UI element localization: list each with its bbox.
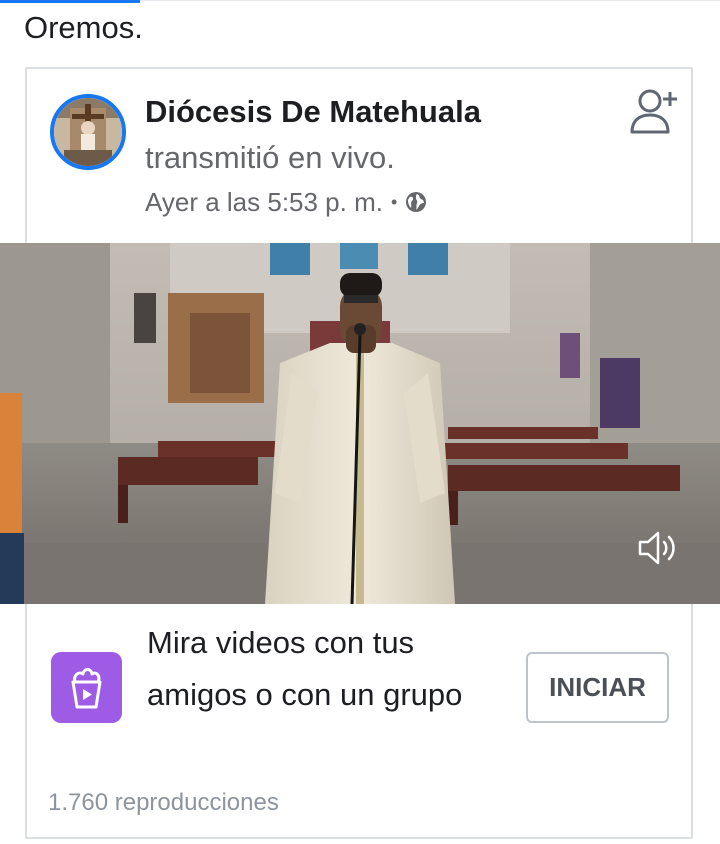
post-meta: Ayer a las 5:53 p. m. •	[145, 186, 427, 218]
top-accent-bar	[0, 0, 140, 3]
post-text: Oremos.	[24, 10, 143, 45]
watch-together-text: Mira videos con tus amigos o con un grup…	[147, 625, 463, 712]
speaker-icon[interactable]	[636, 528, 680, 568]
page-name-link[interactable]: Diócesis De Matehuala	[145, 94, 481, 130]
live-video-player[interactable]	[0, 243, 720, 604]
post-timestamp[interactable]: Ayer a las 5:53 p. m.	[145, 186, 383, 218]
page-avatar[interactable]	[50, 94, 126, 170]
globe-icon	[406, 192, 427, 212]
watch-party-icon	[51, 652, 122, 723]
start-watch-party-button[interactable]: INICIAR	[526, 652, 669, 723]
add-friend-icon[interactable]	[626, 86, 680, 138]
meta-separator: •	[390, 192, 398, 212]
view-count: 1.760 reproducciones	[48, 789, 279, 816]
top-divider	[140, 0, 720, 1]
live-status-text: transmitió en vivo.	[145, 140, 395, 175]
